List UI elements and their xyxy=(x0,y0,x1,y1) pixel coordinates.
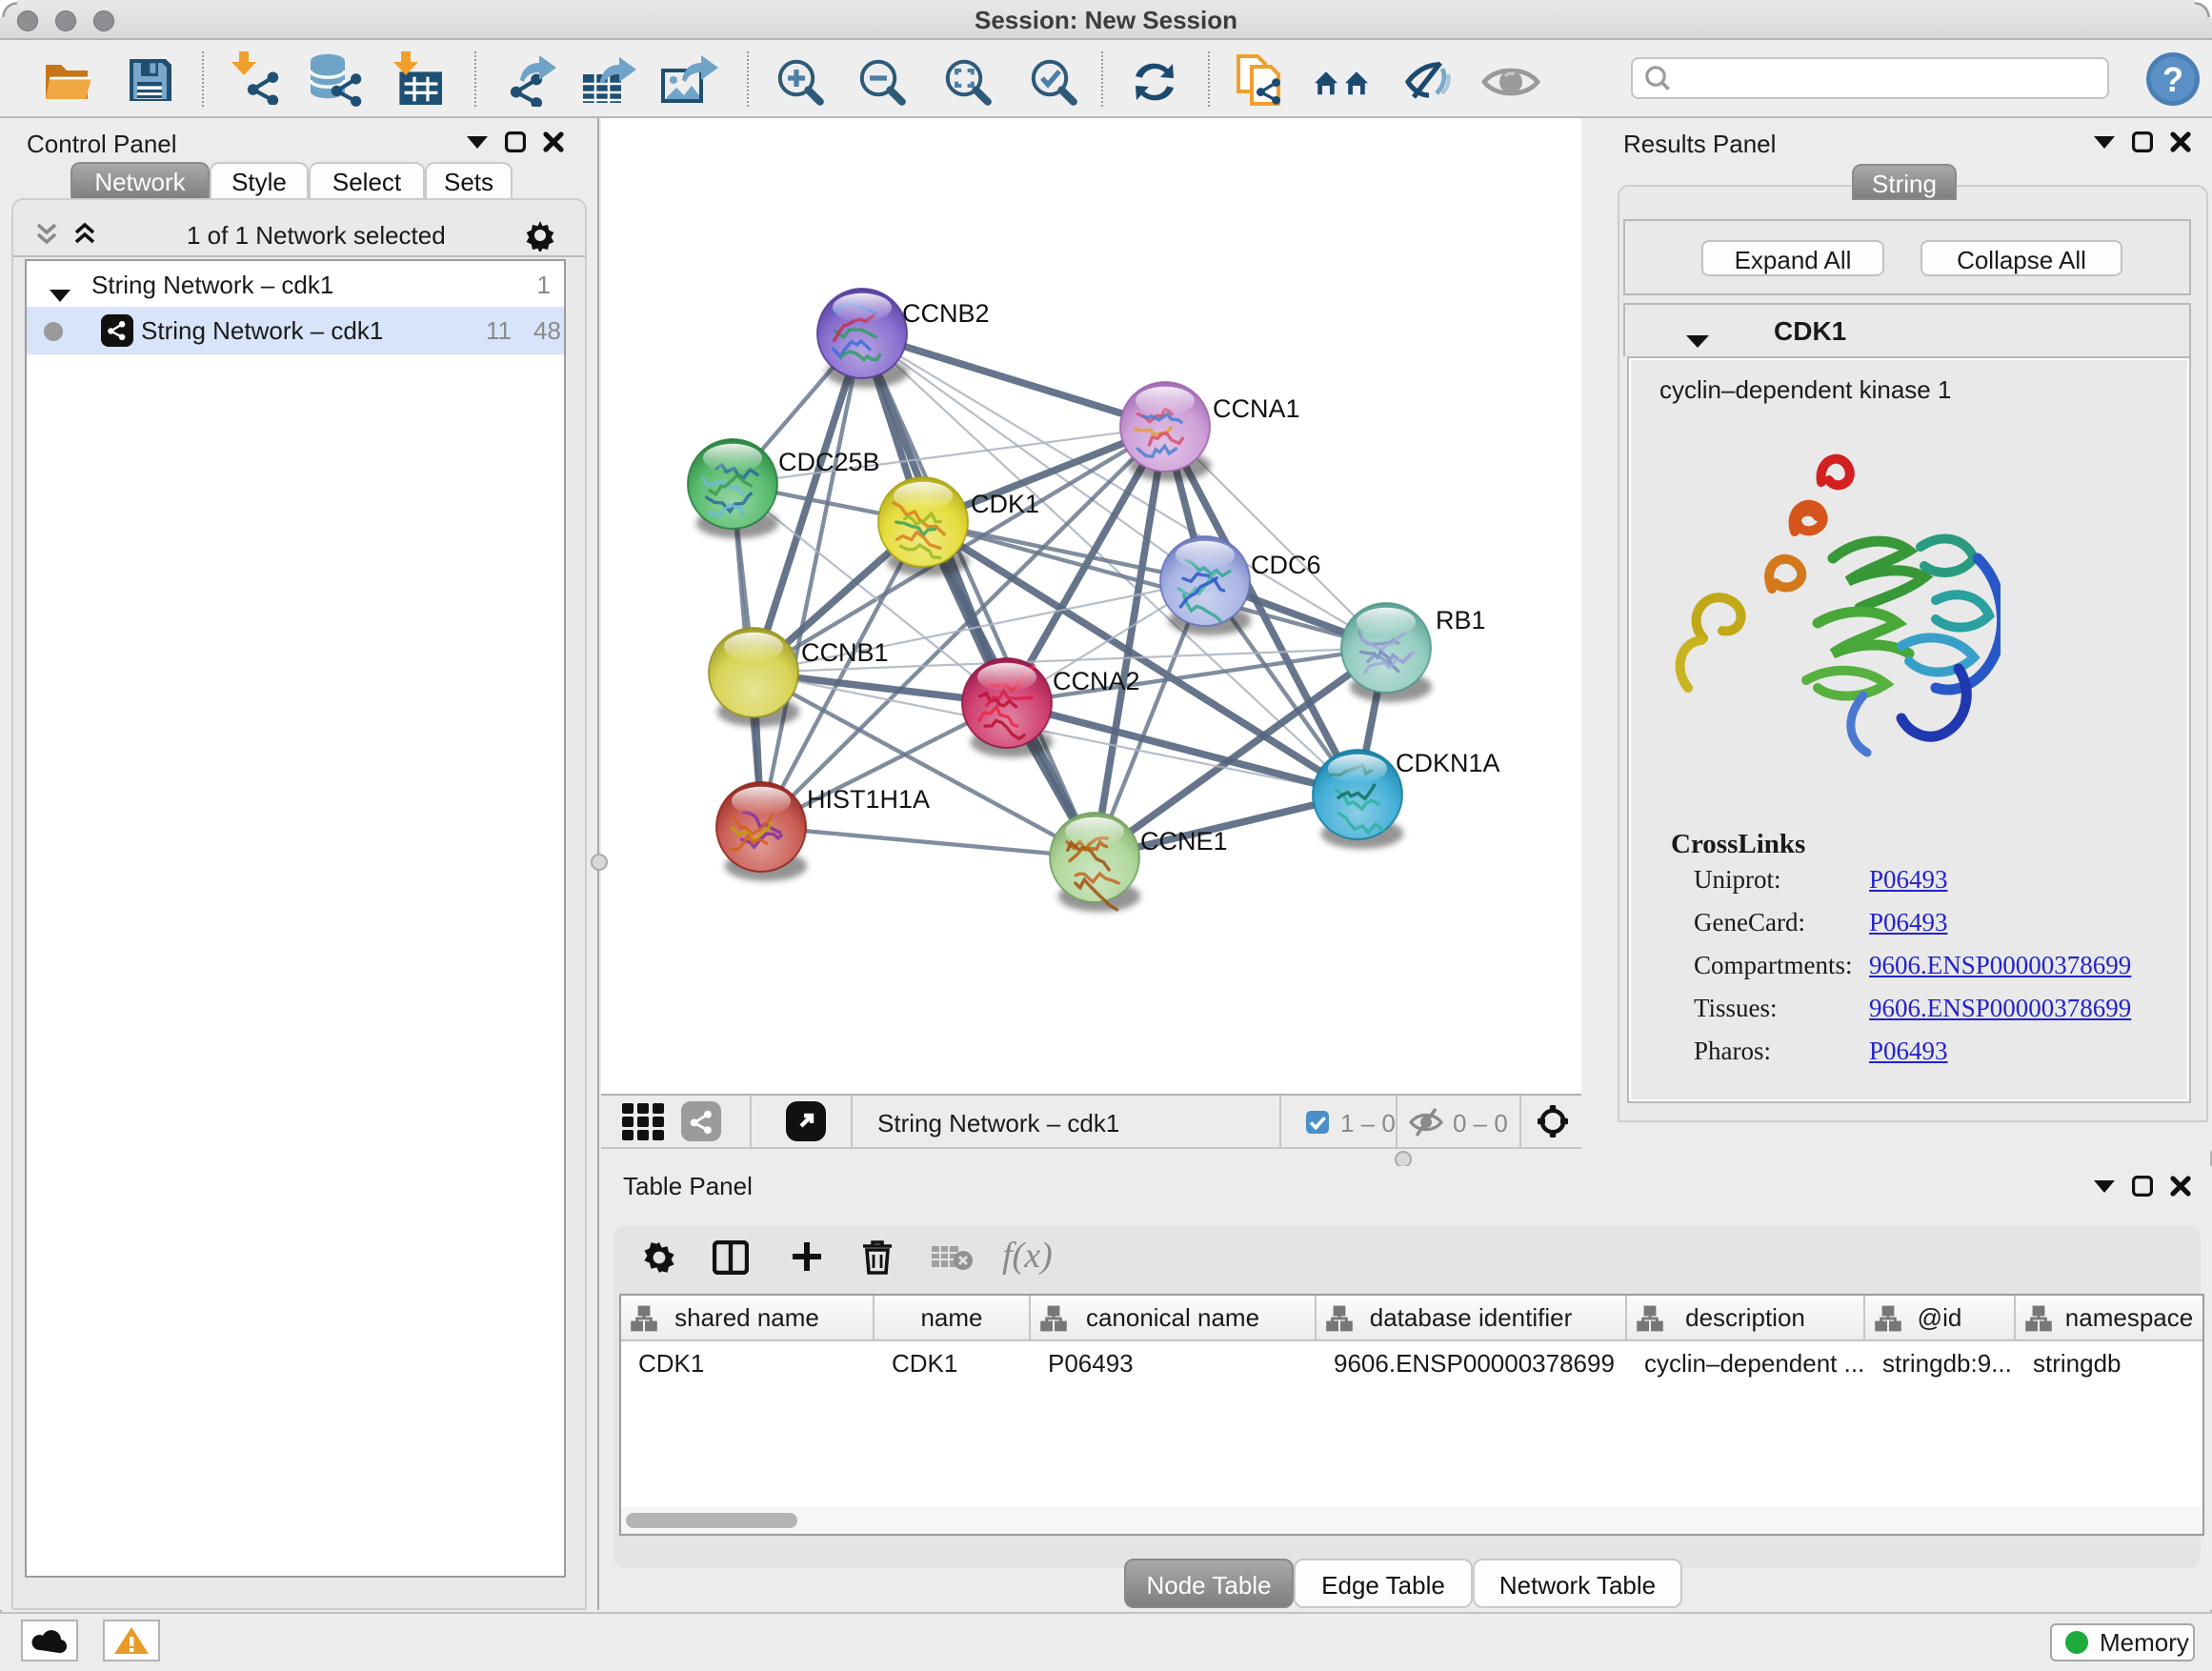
svg-text:CCNB1: CCNB1 xyxy=(801,638,889,667)
svg-text:CDC6: CDC6 xyxy=(1251,551,1321,579)
svg-text:CCNB2: CCNB2 xyxy=(902,299,990,328)
svg-text:RB1: RB1 xyxy=(1436,606,1486,634)
svg-text:CCNA2: CCNA2 xyxy=(1053,667,1140,695)
svg-text:HIST1H1A: HIST1H1A xyxy=(807,785,930,814)
svg-text:CCNE1: CCNE1 xyxy=(1140,827,1228,856)
svg-text:CDKN1A: CDKN1A xyxy=(1396,749,1500,777)
svg-text:?: ? xyxy=(2162,60,2183,99)
svg-text:CDC25B: CDC25B xyxy=(778,448,880,476)
svg-text:CCNA1: CCNA1 xyxy=(1213,394,1300,423)
svg-text:CDK1: CDK1 xyxy=(971,490,1039,518)
